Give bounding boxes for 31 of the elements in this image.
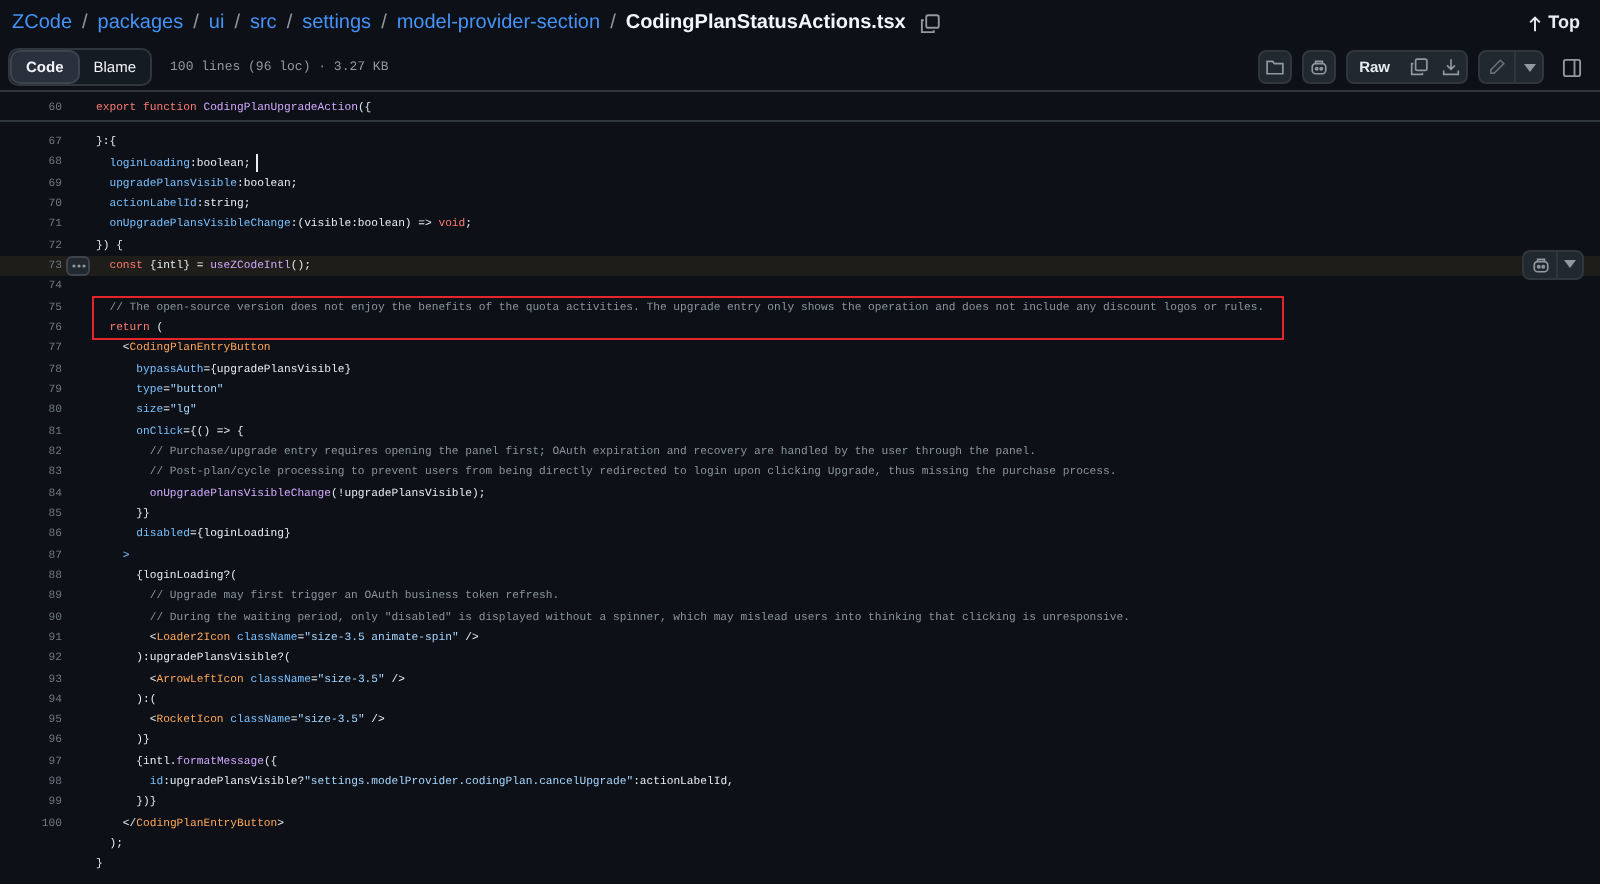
path-separator: / — [193, 10, 199, 38]
folder-icon — [1265, 58, 1284, 76]
robot-icon — [1531, 255, 1549, 274]
caret-icon — [1523, 63, 1535, 71]
dropdown-button[interactable] — [1514, 52, 1542, 82]
arrow-up-icon — [1528, 15, 1543, 31]
pencil-icon — [1488, 58, 1506, 76]
breadcrumb-link[interactable]: model-provider-section — [396, 8, 601, 38]
breadcrumb-link[interactable]: ui — [208, 8, 225, 38]
file-name: CodingPlanStatusActions.tsx — [625, 10, 906, 38]
breadcrumb-link[interactable]: packages — [97, 8, 184, 38]
dropdown-button[interactable] — [1556, 251, 1582, 278]
caret-icon — [1564, 260, 1576, 269]
top-link[interactable]: Top — [1528, 9, 1580, 37]
path-separator: / — [82, 10, 88, 38]
copilot-button[interactable] — [1301, 50, 1336, 84]
path-separator: / — [286, 10, 293, 38]
copy-icon[interactable] — [919, 13, 940, 33]
line-options-button[interactable] — [66, 255, 90, 276]
add-folder-button[interactable] — [1257, 50, 1292, 84]
download-icon — [1441, 58, 1459, 76]
breadcrumb-link[interactable]: ZCode — [12, 8, 73, 38]
breadcrumb-link[interactable]: src — [249, 8, 277, 38]
copy-icon — [1409, 58, 1427, 76]
breadcrumb-link[interactable]: settings — [302, 8, 372, 38]
robot-icon — [1309, 58, 1328, 76]
path-separator: / — [610, 10, 616, 38]
sidebar-icon — [1561, 57, 1581, 77]
path-separator: / — [381, 10, 387, 38]
path-separator: / — [234, 10, 240, 38]
ellipsis-icon — [71, 263, 85, 268]
